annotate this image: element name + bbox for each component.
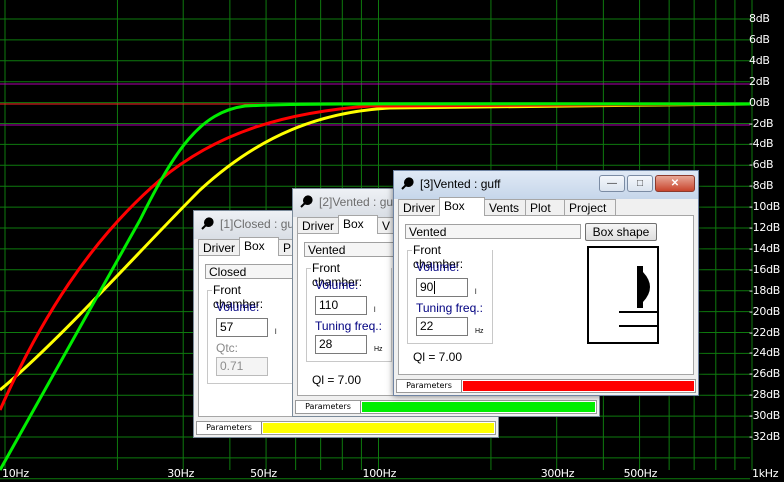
db-tick-label: -6dB [749,158,774,172]
status-bar: Parameters [396,379,696,393]
front-chamber-group: Front chamber: Volume: 110 l Tuning freq… [306,261,392,362]
status-bar: Parameters [196,421,496,435]
status-bar: Parameters [295,400,597,414]
db-tick-label: -26dB [749,367,780,381]
wrench-icon [201,217,214,230]
db-tick-label: -14dB [749,241,780,255]
close-button[interactable]: ✕ [655,175,695,192]
hz-tick-label: 100Hz [362,467,397,480]
front-chamber-group: Front chamber: Volume: 57 l Qtc: 0.71 [207,283,293,384]
tab-project[interactable]: Project [564,199,616,215]
db-tick-label: -18dB [749,283,780,297]
front-chamber-group: Front chamber: Volume: 90 l Tuning freq.… [407,243,493,344]
status-color-bar [263,423,494,433]
wrench-icon [300,195,313,208]
volume-label: Volume: [216,300,260,314]
volume-unit: l [374,307,376,314]
ql-readout: Ql = 7.00 [413,350,463,364]
hz-tick-label: 10Hz [2,467,29,480]
db-tick-label: -20dB [749,304,780,318]
tab-driver[interactable]: Driver [398,199,440,215]
box-panel: Vented Box shape Front chamber: Volume: … [398,215,694,375]
volume-unit: l [275,329,277,336]
volume-field[interactable]: 57 [216,318,268,337]
vented-box-window-3[interactable]: [3]Vented : guff — □ ✕ Driver Box Vents … [393,170,699,396]
db-tick-label: -12dB [749,221,780,234]
parameters-tab[interactable]: Parameters [296,401,361,413]
hz-tick-label: 500Hz [623,467,658,480]
window-title: [1]Closed : guf [220,217,298,231]
tab-vents[interactable]: Vents [484,199,526,215]
window-title: [2]Vented : gu [319,195,394,209]
ql-readout: Ql = 7.00 [312,373,362,387]
volume-unit: l [475,289,477,296]
text-cursor [434,281,435,294]
tuning-freq-unit: Hz [374,346,383,353]
title-bar[interactable]: [3]Vented : guff — □ ✕ [394,171,698,199]
minimize-button[interactable]: — [599,175,625,192]
db-tick-label: 0dB [749,95,770,109]
tuning-freq-field[interactable]: 28 [315,335,367,354]
tuning-freq-unit: Hz [475,328,484,335]
status-color-bar [463,381,694,391]
wrench-icon [401,177,414,190]
tab-driver[interactable]: Driver [297,217,339,233]
tuning-freq-label: Tuning freq.: [416,301,483,315]
tab-box[interactable]: Box [338,215,378,234]
db-tick-label: -30dB [749,409,780,423]
volume-label: Volume: [315,278,359,292]
parameters-tab[interactable]: Parameters [397,380,462,392]
tab-box[interactable]: Box [439,197,485,216]
tuning-freq-field[interactable]: 22 [416,317,468,336]
db-tick-label: -28dB [749,388,780,402]
hz-tick-label: 30Hz [167,467,195,480]
db-tick-label: -16dB [749,262,780,276]
window-title: [3]Vented : guff [420,177,501,191]
tab-plot[interactable]: Plot [525,199,565,215]
db-tick-label: -24dB [749,346,780,360]
status-color-bar [362,402,595,412]
db-tick-label: 4dB [749,53,770,67]
db-tick-label: -22dB [749,325,780,339]
db-tick-label: -4dB [749,137,774,151]
maximize-button[interactable]: □ [627,175,653,192]
db-tick-label: -2dB [749,116,774,130]
volume-field[interactable]: 110 [315,296,367,315]
qtc-field: 0.71 [216,357,268,376]
volume-field[interactable]: 90 [416,278,468,297]
hz-tick-label: 50Hz [250,467,277,480]
db-tick-label: 6dB [749,32,770,46]
hz-tick-label: 300Hz [540,467,575,480]
qtc-label: Qtc: [216,341,239,355]
db-tick-label: 2dB [749,74,770,88]
tuning-freq-label: Tuning freq.: [315,319,382,333]
box-shape-preview [587,246,659,344]
db-tick-label: -32dB [749,430,780,443]
box-type-select[interactable]: Vented [405,224,581,239]
parameters-tab[interactable]: Parameters [197,422,262,434]
db-tick-label: -10dB [749,200,780,214]
tab-driver[interactable]: Driver [198,239,240,255]
volume-label: Volume: [416,260,460,274]
box-shape-button[interactable]: Box shape [585,223,657,241]
db-tick-label: -8dB [749,179,774,193]
hz-tick-label: 1kHz [752,467,779,480]
tab-box[interactable]: Box [239,237,279,256]
db-tick-label: 8dB [749,12,770,25]
